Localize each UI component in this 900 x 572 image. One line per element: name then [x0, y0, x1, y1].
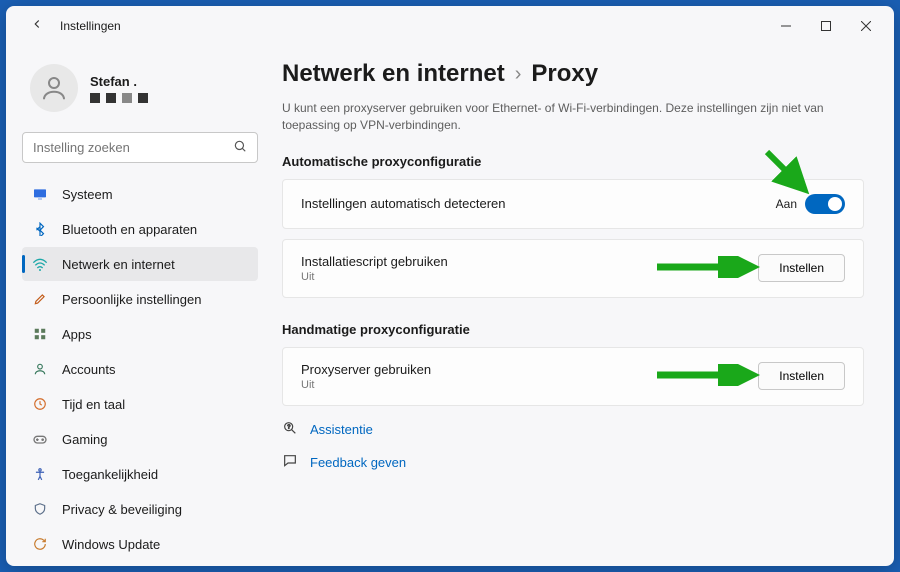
search-input[interactable]: [33, 140, 233, 155]
chevron-right-icon: ›: [515, 63, 522, 86]
main-content: Netwerk en internet › Proxy U kunt een p…: [268, 46, 894, 566]
nav-item-gaming[interactable]: Gaming: [22, 422, 258, 456]
nav-label: Netwerk en internet: [62, 257, 175, 272]
nav-label: Apps: [62, 327, 92, 342]
nav-item-system[interactable]: Systeem: [22, 177, 258, 211]
setup-script-button[interactable]: Instellen: [758, 254, 845, 282]
feedback-icon: [282, 453, 298, 472]
nav-label: Tijd en taal: [62, 397, 125, 412]
link-feedback[interactable]: Feedback geven: [282, 453, 864, 472]
auto-detect-toggle[interactable]: [805, 194, 845, 214]
manual-proxy-state: Uit: [301, 379, 758, 391]
user-info: [90, 93, 148, 103]
network-icon: [32, 256, 48, 272]
maximize-button[interactable]: [806, 11, 846, 41]
breadcrumb: Netwerk en internet › Proxy: [282, 60, 864, 88]
nav-label: Accounts: [62, 362, 115, 377]
apps-icon: [32, 326, 48, 342]
search-box[interactable]: [22, 132, 258, 163]
section-manual-title: Handmatige proxyconfiguratie: [282, 322, 864, 337]
clock-icon: [32, 396, 48, 412]
footer-links: ? Assistentie Feedback geven: [282, 420, 864, 472]
nav-item-apps[interactable]: Apps: [22, 317, 258, 351]
bluetooth-icon: [32, 221, 48, 237]
nav-item-time-language[interactable]: Tijd en taal: [22, 387, 258, 421]
nav-item-accessibility[interactable]: Toegankelijkheid: [22, 457, 258, 491]
gaming-icon: [32, 431, 48, 447]
nav-label: Privacy & beveiliging: [62, 502, 182, 517]
nav-item-privacy[interactable]: Privacy & beveiliging: [22, 492, 258, 526]
manual-proxy-button[interactable]: Instellen: [758, 362, 845, 390]
link-help[interactable]: ? Assistentie: [282, 420, 864, 439]
nav-label: Bluetooth en apparaten: [62, 222, 197, 237]
nav-label: Gaming: [62, 432, 108, 447]
nav-label: Toegankelijkheid: [62, 467, 158, 482]
nav-list: Systeem Bluetooth en apparaten Netwerk e…: [22, 177, 258, 561]
nav-label: Systeem: [62, 187, 113, 202]
brush-icon: [32, 291, 48, 307]
user-name: Stefan .: [90, 74, 148, 89]
svg-text:?: ?: [287, 424, 290, 430]
card-manual-proxy: Proxyserver gebruiken Uit Instellen: [282, 347, 864, 406]
manual-proxy-label: Proxyserver gebruiken: [301, 362, 758, 377]
page-description: U kunt een proxyserver gebruiken voor Et…: [282, 100, 864, 134]
nav-label: Windows Update: [62, 537, 160, 552]
nav-label: Persoonlijke instellingen: [62, 292, 201, 307]
auto-detect-state: Aan: [776, 197, 797, 211]
sidebar: Stefan . Systeem Bl: [6, 46, 268, 566]
nav-item-network[interactable]: Netwerk en internet: [22, 247, 258, 281]
back-button[interactable]: [20, 17, 54, 36]
search-icon: [233, 139, 247, 156]
section-auto-title: Automatische proxyconfiguratie: [282, 154, 864, 169]
auto-detect-label: Instellingen automatisch detecteren: [301, 196, 776, 211]
card-auto-detect: Instellingen automatisch detecteren Aan: [282, 179, 864, 229]
setup-script-label: Installatiescript gebruiken: [301, 254, 758, 269]
nav-item-bluetooth[interactable]: Bluetooth en apparaten: [22, 212, 258, 246]
card-setup-script: Installatiescript gebruiken Uit Instelle…: [282, 239, 864, 298]
person-icon: [32, 361, 48, 377]
window-title: Instellingen: [60, 19, 121, 33]
monitor-icon: [32, 186, 48, 202]
breadcrumb-current: Proxy: [531, 60, 598, 88]
link-feedback-label: Feedback geven: [310, 455, 406, 470]
nav-item-accounts[interactable]: Accounts: [22, 352, 258, 386]
breadcrumb-parent[interactable]: Netwerk en internet: [282, 60, 505, 88]
update-icon: [32, 536, 48, 552]
settings-window: Instellingen Stefan .: [6, 6, 894, 566]
titlebar: Instellingen: [6, 6, 894, 46]
nav-item-windows-update[interactable]: Windows Update: [22, 527, 258, 561]
profile-block[interactable]: Stefan .: [22, 56, 258, 132]
avatar: [30, 64, 78, 112]
shield-icon: [32, 501, 48, 517]
accessibility-icon: [32, 466, 48, 482]
link-help-label: Assistentie: [310, 422, 373, 437]
minimize-button[interactable]: [766, 11, 806, 41]
setup-script-state: Uit: [301, 271, 758, 283]
nav-item-personalization[interactable]: Persoonlijke instellingen: [22, 282, 258, 316]
help-icon: ?: [282, 420, 298, 439]
close-button[interactable]: [846, 11, 886, 41]
